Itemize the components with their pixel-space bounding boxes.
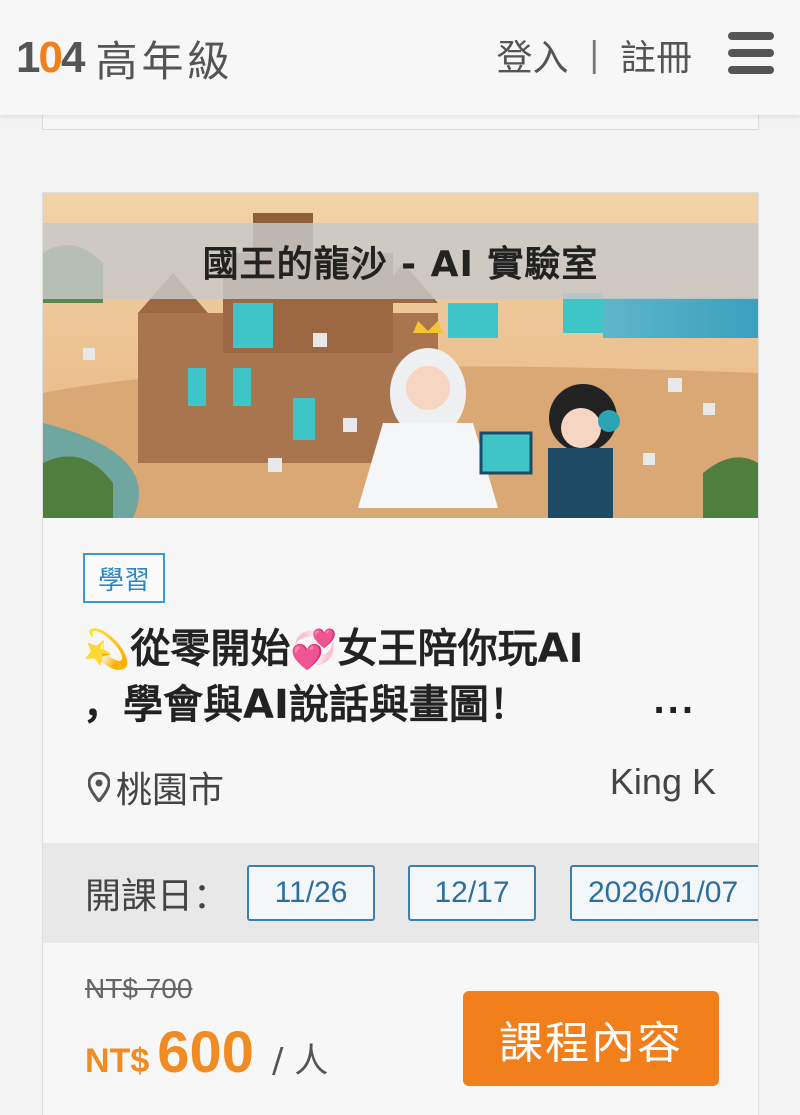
course-card[interactable]: 國王的龍沙 - AI 實驗室 學習 💫從零開始💞女王陪你玩AI ，學會與AI說話…: [42, 192, 759, 1115]
current-price: NT$ 600 / 人: [85, 1019, 328, 1086]
site-logo[interactable]: 104 高年級: [16, 28, 233, 88]
date-chip[interactable]: 2026/01/07: [570, 865, 758, 921]
course-details-button[interactable]: 課程內容: [463, 991, 719, 1086]
start-dates-label: 開課日：: [85, 876, 230, 917]
original-price: NT$ 700: [85, 973, 193, 1004]
date-chip[interactable]: 11/26: [247, 865, 375, 921]
logo-text: 高年級: [95, 36, 234, 86]
teacher-name: King K: [609, 761, 716, 802]
auth-links: 登入 | 註冊: [497, 30, 693, 80]
category-tag: 學習: [83, 553, 165, 603]
revolving-hearts-icon: 💞: [290, 627, 338, 671]
start-dates-bar: 開課日： 11/26 12/17 2026/01/07: [43, 843, 758, 943]
location-text: 桃園市: [116, 770, 225, 811]
price-currency: NT$: [85, 1042, 150, 1080]
price-amount: 600: [157, 1020, 255, 1085]
course-title[interactable]: 💫從零開始💞女王陪你玩AI ，學會與AI說話與畫圖！: [83, 621, 723, 733]
banner-title: 國王的龍沙 - AI 實驗室: [43, 223, 758, 299]
price-unit: / 人: [272, 1041, 329, 1081]
logo-number: 104: [16, 33, 85, 82]
auth-separator: |: [588, 35, 600, 75]
site-header: 104 高年級 登入 | 註冊: [0, 0, 800, 115]
login-link[interactable]: 登入: [497, 29, 569, 81]
course-location: 桃園市: [88, 761, 224, 813]
hamburger-icon[interactable]: [728, 32, 774, 80]
title-ellipsis: ...: [653, 683, 696, 721]
course-banner-image[interactable]: 國王的龍沙 - AI 實驗室: [43, 193, 758, 518]
map-pin-icon: [88, 772, 110, 802]
register-link[interactable]: 註冊: [620, 29, 692, 81]
date-chip[interactable]: 12/17: [408, 865, 536, 921]
dizzy-emoji-icon: 💫: [83, 627, 131, 671]
